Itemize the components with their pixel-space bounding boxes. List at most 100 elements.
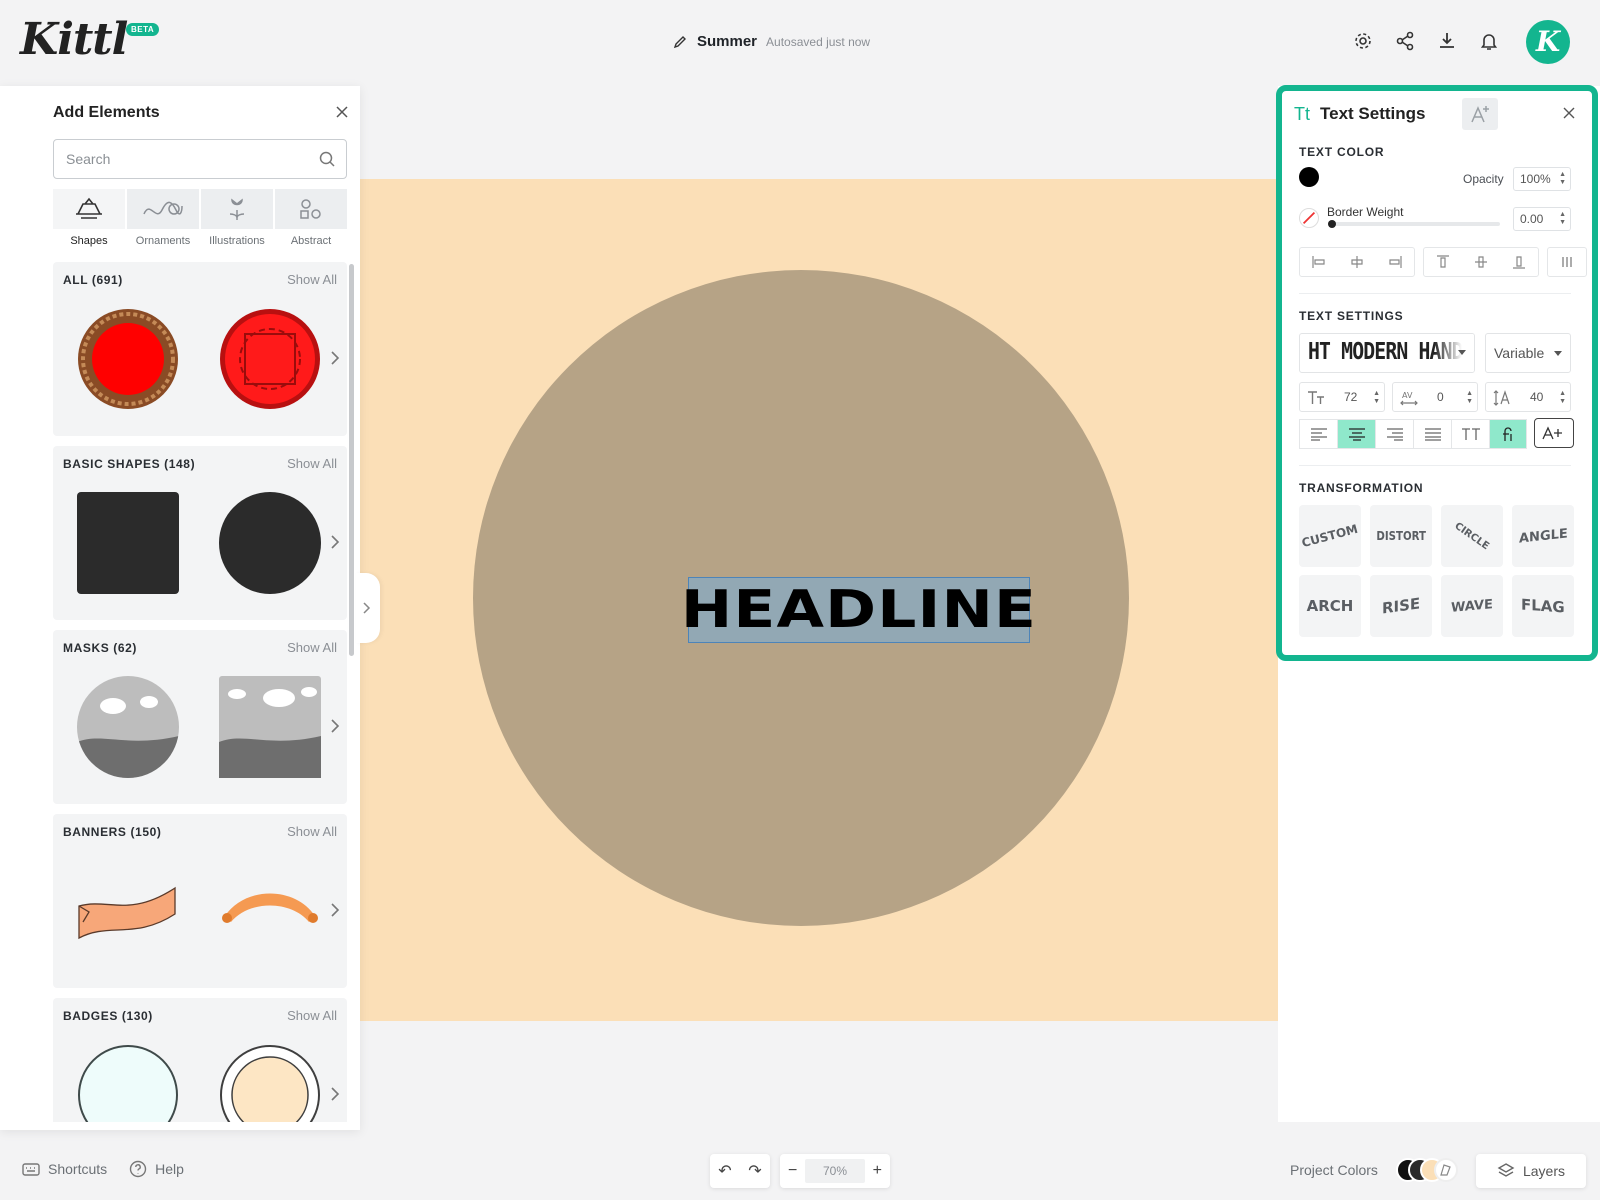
font-size-input[interactable]: 72 ▲ ▼ [1299, 382, 1385, 412]
stepper-arrows-icon[interactable]: ▲ ▼ [1466, 390, 1473, 406]
text-color-heading: TEXT COLOR [1299, 145, 1385, 159]
stepper-arrows-icon[interactable]: ▲ ▼ [1559, 390, 1566, 406]
add-color-icon[interactable] [1434, 1158, 1458, 1182]
headline-text-selected[interactable]: HEADLINE [681, 577, 1036, 643]
transform-rise-button[interactable]: RISE [1370, 575, 1432, 637]
ligature-icon[interactable] [1489, 419, 1527, 449]
border-weight-slider[interactable] [1328, 222, 1500, 226]
stepper-arrows-icon[interactable]: ▲ ▼ [1559, 211, 1566, 227]
download-icon[interactable] [1436, 30, 1458, 52]
kittl-logo[interactable]: Kittl [20, 14, 128, 65]
pencil-icon[interactable] [672, 34, 688, 50]
project-name[interactable]: Summer [697, 33, 757, 50]
stepper-arrows-icon[interactable]: ▲ ▼ [1559, 171, 1566, 187]
circle-mask-thumbnail[interactable] [77, 676, 179, 778]
transform-circle-button[interactable]: CIRCLE [1441, 505, 1503, 567]
align-center-h-icon[interactable] [1338, 248, 1376, 276]
align-top-icon[interactable] [1424, 248, 1462, 276]
ornate-circle-thumbnail[interactable] [77, 308, 179, 410]
undo-redo-group: ↶ ↷ [710, 1154, 770, 1188]
headline-text[interactable]: HEADLINE [681, 580, 1037, 640]
transform-flag-button[interactable]: FLAG [1512, 575, 1574, 637]
abstract-icon [300, 199, 321, 219]
section-title: BADGES (130) [63, 1009, 153, 1023]
zoom-level[interactable]: 70% [805, 1159, 865, 1183]
transform-custom-button[interactable]: CUSTOM [1299, 505, 1361, 567]
text-color-swatch[interactable] [1299, 167, 1319, 187]
close-icon[interactable] [334, 104, 350, 120]
show-all-link[interactable]: Show All [287, 640, 337, 655]
show-all-link[interactable]: Show All [287, 1008, 337, 1023]
curved-banner-thumbnail[interactable] [219, 860, 321, 962]
text-align-center-icon[interactable] [1337, 419, 1375, 449]
uppercase-icon[interactable] [1451, 419, 1489, 449]
tab-illustrations[interactable]: Illustrations [201, 189, 273, 251]
text-justify-icon[interactable] [1413, 419, 1451, 449]
chevron-right-icon[interactable] [329, 1086, 341, 1102]
chevron-right-icon[interactable] [329, 534, 341, 550]
share-icon[interactable] [1394, 30, 1416, 52]
search-input[interactable] [54, 140, 294, 178]
circle-shape-thumbnail[interactable] [219, 492, 321, 594]
chevron-right-icon[interactable] [329, 718, 341, 734]
text-align-right-icon[interactable] [1375, 419, 1413, 449]
text-style-icon: Tt [1294, 103, 1310, 124]
zoom-out-icon[interactable]: − [788, 1162, 797, 1180]
tab-label: Shapes [70, 235, 108, 247]
collapse-panel-tab[interactable] [356, 573, 380, 643]
transform-distort-button[interactable]: DISTORT [1370, 505, 1432, 567]
chevron-right-icon[interactable] [329, 902, 341, 918]
shortcuts-button[interactable]: Shortcuts [22, 1160, 107, 1178]
mint-badge-thumbnail[interactable] [77, 1044, 179, 1122]
square-mask-thumbnail[interactable] [219, 676, 321, 778]
opacity-input[interactable]: 100% ▲ ▼ [1513, 167, 1571, 191]
show-all-link[interactable]: Show All [287, 824, 337, 839]
divider [1299, 293, 1571, 294]
object-align-controls [1299, 247, 1587, 277]
border-weight-slider-handle[interactable] [1328, 220, 1336, 228]
align-middle-icon[interactable] [1462, 248, 1500, 276]
align-bottom-icon[interactable] [1500, 248, 1538, 276]
square-shape-thumbnail[interactable] [77, 492, 179, 594]
stepper-arrows-icon[interactable]: ▲ ▼ [1373, 390, 1380, 406]
border-color-swatch[interactable] [1299, 208, 1319, 228]
font-weight-value: Variable [1494, 345, 1545, 361]
border-weight-input[interactable]: 0.00 ▲ ▼ [1513, 207, 1571, 231]
text-align-left-icon[interactable] [1299, 419, 1337, 449]
tab-abstract[interactable]: Abstract [275, 189, 347, 251]
transform-wave-button[interactable]: WAVE [1441, 575, 1503, 637]
undo-icon[interactable]: ↶ [718, 1161, 731, 1181]
ribbon-banner-thumbnail[interactable] [77, 860, 179, 962]
avatar[interactable]: K [1526, 20, 1570, 64]
align-right-icon[interactable] [1376, 248, 1414, 276]
font-weight-select[interactable]: Variable [1485, 333, 1571, 373]
search-field[interactable] [53, 139, 347, 179]
layers-button[interactable]: Layers [1476, 1154, 1586, 1188]
redo-icon[interactable]: ↷ [748, 1161, 761, 1181]
search-icon[interactable] [318, 150, 336, 168]
zoom-in-icon[interactable]: + [873, 1162, 882, 1180]
chevron-right-icon[interactable] [329, 350, 341, 366]
cream-badge-thumbnail[interactable] [219, 1044, 321, 1122]
help-button[interactable]: Help [129, 1160, 184, 1178]
letter-spacing-input[interactable]: AV 0 ▲ ▼ [1392, 382, 1478, 412]
show-all-link[interactable]: Show All [287, 272, 337, 287]
transform-arch-button[interactable]: ARCH [1299, 575, 1361, 637]
show-all-link[interactable]: Show All [287, 456, 337, 471]
tab-text-effects[interactable] [1462, 98, 1498, 130]
panel-scrollbar[interactable] [349, 264, 354, 656]
red-pattern-circle-thumbnail[interactable] [219, 308, 321, 410]
align-left-icon[interactable] [1300, 248, 1338, 276]
line-height-input[interactable]: 40 ▲ ▼ [1485, 382, 1571, 412]
font-family-select[interactable]: HT MODERN HAND [1299, 333, 1475, 373]
add-text-style-icon[interactable] [1534, 418, 1574, 448]
project-colors-swatches[interactable] [1396, 1158, 1458, 1184]
tab-ornaments[interactable]: Ornaments [127, 189, 199, 251]
distribute-icon[interactable] [1548, 248, 1586, 276]
gear-icon[interactable] [1352, 30, 1374, 52]
transform-angle-button[interactable]: ANGLE [1512, 505, 1574, 567]
bell-icon[interactable] [1478, 30, 1500, 52]
tab-shapes[interactable]: Shapes [53, 189, 125, 251]
close-icon[interactable] [1562, 106, 1576, 120]
tab-label: Abstract [290, 235, 332, 247]
